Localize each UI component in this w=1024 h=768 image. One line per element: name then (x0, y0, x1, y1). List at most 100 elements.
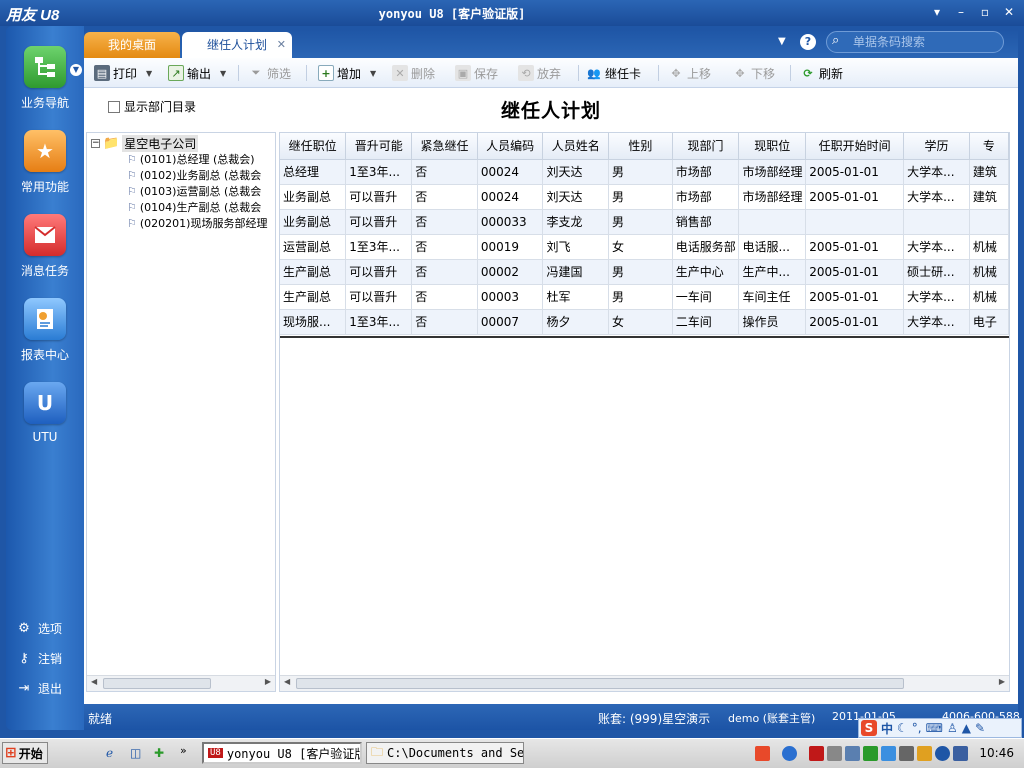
tab-list-dropdown-icon[interactable]: ▼ (778, 36, 786, 47)
table-row[interactable]: 现场服... 1至3年... 否 00007 杨夕女二车间 操作员 2005-01-01 大学… (280, 309, 1009, 335)
table-cell[interactable]: 电话服... (738, 234, 807, 260)
nav-messages-tasks[interactable]: 消息任务 (6, 214, 84, 279)
exit-button[interactable]: ⇥ 退出 (16, 680, 62, 697)
table-cell[interactable]: 车间主任 (738, 284, 807, 310)
move-up-button[interactable]: ✥ 上移 (668, 64, 711, 82)
table-cell[interactable]: 2005-01-01 (805, 259, 905, 285)
table-cell[interactable]: 总经理 (280, 159, 347, 185)
table-cell[interactable]: 刘天达 (542, 184, 610, 210)
help-tray-icon[interactable] (782, 745, 798, 761)
table-row[interactable]: 生产副总 可以晋升否 00002 冯建国男生产中心 生产中... 2005-01-01 硕士… (280, 259, 1009, 285)
scroll-left-icon[interactable]: ◀ (284, 677, 290, 686)
table-cell[interactable]: 电子 (969, 309, 1009, 335)
shirt-icon[interactable]: ▲ (962, 721, 971, 735)
column-header[interactable]: 性别 (608, 133, 673, 160)
help-icon[interactable]: ? (800, 34, 816, 50)
column-header[interactable]: 现职位 (738, 133, 807, 160)
table-cell[interactable]: 一车间 (672, 284, 740, 310)
table-cell[interactable]: 生产中心 (672, 259, 740, 285)
sogou-icon[interactable]: S (861, 720, 877, 736)
table-cell[interactable]: 建筑 (969, 184, 1009, 210)
table-row[interactable]: 生产副总 可以晋升否 00003 杜军男一车间 车间主任 2005-01-01 大学本...… (280, 284, 1009, 310)
table-cell[interactable]: 00024 (477, 159, 544, 185)
taskbar-item-u8[interactable]: U8 yonyou U8 [客户验证版] (202, 742, 362, 764)
discard-button[interactable]: ⟲ 放弃 (518, 64, 561, 82)
table-cell[interactable]: 冯建国 (542, 259, 610, 285)
delete-button[interactable]: ✕ 删除 (392, 64, 435, 82)
nav-common-functions[interactable]: ★ 常用功能 (6, 130, 84, 195)
table-cell[interactable]: 男 (608, 284, 673, 310)
scroll-right-icon[interactable]: ▶ (999, 677, 1005, 686)
tray-icon[interactable] (827, 745, 843, 761)
table-cell[interactable]: 否 (411, 309, 478, 335)
table-cell[interactable]: 大学本... (903, 184, 970, 210)
column-header[interactable]: 人员编码 (477, 133, 544, 160)
table-cell[interactable]: 男 (608, 259, 673, 285)
start-button[interactable]: ⊞ 开始 (2, 742, 48, 764)
tab-my-desktop[interactable]: 我的桌面 (84, 32, 180, 58)
close-tab-icon[interactable]: ✕ (277, 32, 286, 58)
tree-item[interactable]: ⚐ (0102)业务副总 (总裁会 (127, 167, 261, 183)
tree-root[interactable]: − 📁 星空电子公司 (91, 135, 199, 152)
sogou-tray-icon[interactable] (755, 745, 771, 761)
table-cell[interactable]: 00003 (477, 284, 544, 310)
column-header[interactable]: 紧急继任 (411, 133, 478, 160)
table-cell[interactable]: 可以晋升 (345, 259, 413, 285)
successor-card-button[interactable]: 👥 继任卡 (586, 64, 641, 82)
filter-button[interactable]: ⏷ 筛选 (248, 64, 291, 82)
table-cell[interactable]: 市场部经理 (738, 184, 807, 210)
nav-business-navigation[interactable]: 业务导航 ▼ (6, 46, 84, 111)
tray-icon[interactable] (917, 745, 933, 761)
ime-toolbar[interactable]: S 中 ☾ °, ⌨ ♙ ▲ ✎ (858, 718, 1022, 738)
table-cell[interactable]: 2005-01-01 (805, 184, 905, 210)
table-cell[interactable]: 运营副总 (280, 234, 347, 260)
table-cell[interactable]: 大学本... (903, 234, 970, 260)
table-cell[interactable]: 二车间 (672, 309, 740, 335)
table-cell[interactable]: 业务副总 (280, 184, 347, 210)
close-button[interactable]: ✕ (1000, 4, 1018, 20)
network-icon[interactable] (953, 745, 969, 761)
table-cell[interactable]: 市场部经理 (738, 159, 807, 185)
chevron-down-icon[interactable]: ▼ (220, 69, 226, 78)
tree-item[interactable]: ⚐ (0101)总经理 (总裁会) (127, 151, 255, 167)
table-cell[interactable]: 女 (608, 309, 673, 335)
table-cell[interactable]: 1至3年... (345, 159, 413, 185)
quick-launch-icon[interactable]: ◫ (130, 746, 141, 760)
tray-icon[interactable] (863, 745, 879, 761)
table-cell[interactable]: 否 (411, 159, 478, 185)
table-cell[interactable]: 女 (608, 234, 673, 260)
nav-utu[interactable]: U UTU (6, 382, 84, 444)
table-row[interactable]: 业务副总 可以晋升否 000033 李支龙男销售部 (280, 209, 1009, 235)
save-button[interactable]: ▣ 保存 (455, 64, 498, 82)
table-cell[interactable]: 否 (411, 234, 478, 260)
scrollbar-thumb[interactable] (296, 678, 904, 689)
table-cell[interactable]: 1至3年... (345, 309, 413, 335)
column-header[interactable]: 专 (969, 133, 1009, 160)
add-button[interactable]: + 增加 ▼ (318, 64, 376, 82)
table-cell[interactable] (969, 209, 1009, 235)
barcode-search-input[interactable]: 单据条码搜索 (826, 31, 1004, 53)
column-header[interactable]: 人员姓名 (542, 133, 610, 160)
column-header[interactable]: 任职开始时间 (805, 133, 905, 160)
table-cell[interactable]: 大学本... (903, 284, 970, 310)
table-cell[interactable]: 电话服务部 (672, 234, 740, 260)
chevron-right-icon[interactable]: » (180, 744, 187, 757)
table-cell[interactable]: 男 (608, 159, 673, 185)
table-cell[interactable]: 00002 (477, 259, 544, 285)
table-cell[interactable]: 机械 (969, 259, 1009, 285)
table-row[interactable]: 业务副总 可以晋升否 00024 刘天达男市场部 市场部经理 2005-01-01 大学本.… (280, 184, 1009, 210)
dropdown-icon[interactable]: ▾ (928, 4, 946, 20)
table-cell[interactable]: 业务副总 (280, 209, 347, 235)
table-cell[interactable]: 机械 (969, 284, 1009, 310)
table-cell[interactable]: 建筑 (969, 159, 1009, 185)
tree-item[interactable]: ⚐ (020201)现场服务部经理 (127, 215, 267, 231)
table-cell[interactable]: 杜军 (542, 284, 610, 310)
move-down-button[interactable]: ✥ 下移 (732, 64, 775, 82)
table-cell[interactable]: 00019 (477, 234, 544, 260)
table-cell[interactable]: 生产中... (738, 259, 807, 285)
table-cell[interactable]: 市场部 (672, 159, 740, 185)
table-cell[interactable]: 刘天达 (542, 159, 610, 185)
collapse-icon[interactable]: − (91, 139, 100, 148)
table-cell[interactable] (805, 209, 905, 235)
table-cell[interactable]: 大学本... (903, 159, 970, 185)
